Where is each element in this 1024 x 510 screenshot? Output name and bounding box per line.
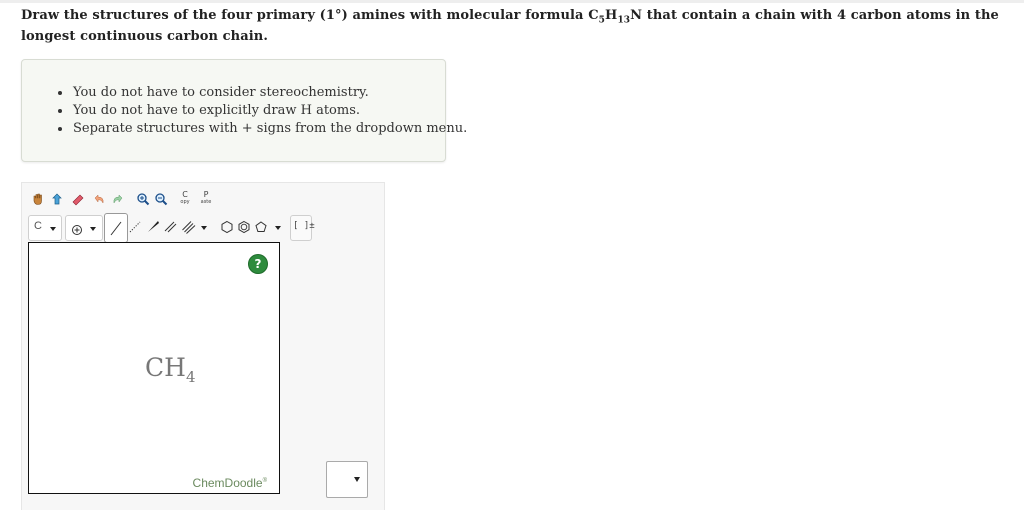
molecule-label[interactable]: CH4: [145, 353, 195, 386]
instruction-item: Separate structures with + signs from th…: [58, 120, 467, 138]
bracket-icon: [ ]±: [293, 221, 315, 231]
instructions-list: You do not have to consider stereochemis…: [58, 84, 467, 138]
triple-bond-icon[interactable]: [180, 218, 198, 236]
paste-icon[interactable]: P aste: [197, 189, 215, 207]
clear-icon[interactable]: [48, 190, 66, 208]
wedge-bond-icon[interactable]: [144, 218, 162, 236]
copy-icon[interactable]: C opy: [176, 189, 194, 207]
redo-icon[interactable]: [109, 190, 127, 208]
single-bond-icon[interactable]: [104, 213, 128, 243]
zoom-out-icon[interactable]: [152, 190, 170, 208]
top-divider: [0, 0, 1024, 3]
double-bond-icon[interactable]: [162, 218, 180, 236]
chemdoodle-brand: ChemDoodle®: [192, 476, 267, 490]
chevron-down-icon: [90, 227, 96, 231]
eraser-icon[interactable]: [69, 190, 87, 208]
element-selector[interactable]: C: [28, 215, 62, 241]
chevron-down-icon[interactable]: [201, 226, 207, 230]
cyclohexane-icon[interactable]: [218, 218, 236, 236]
drawing-canvas[interactable]: ? CH4 ChemDoodle®: [28, 242, 280, 494]
chevron-down-icon[interactable]: [275, 226, 281, 230]
plus-circle-icon: [71, 221, 83, 240]
hand-icon[interactable]: [29, 190, 47, 208]
separator-dropdown[interactable]: [326, 461, 368, 498]
dashed-bond-icon[interactable]: [126, 218, 144, 236]
benzene-icon[interactable]: [235, 218, 253, 236]
instruction-item: You do not have to consider stereochemis…: [58, 84, 467, 102]
help-icon[interactable]: ?: [248, 254, 268, 274]
element-label: C: [34, 220, 42, 232]
bracket-tool[interactable]: [ ]±: [290, 215, 315, 241]
cyclopentane-icon[interactable]: [252, 218, 270, 236]
instructions-box: You do not have to consider stereochemis…: [21, 59, 467, 162]
zoom-in-icon[interactable]: [134, 190, 152, 208]
charge-selector[interactable]: [65, 215, 103, 241]
chevron-down-icon: [50, 227, 56, 231]
undo-icon[interactable]: [90, 190, 108, 208]
chevron-down-icon: [354, 477, 360, 482]
instruction-item: You do not have to explicitly draw H ato…: [58, 102, 467, 120]
question-text: Draw the structures of the four primary …: [21, 8, 999, 44]
